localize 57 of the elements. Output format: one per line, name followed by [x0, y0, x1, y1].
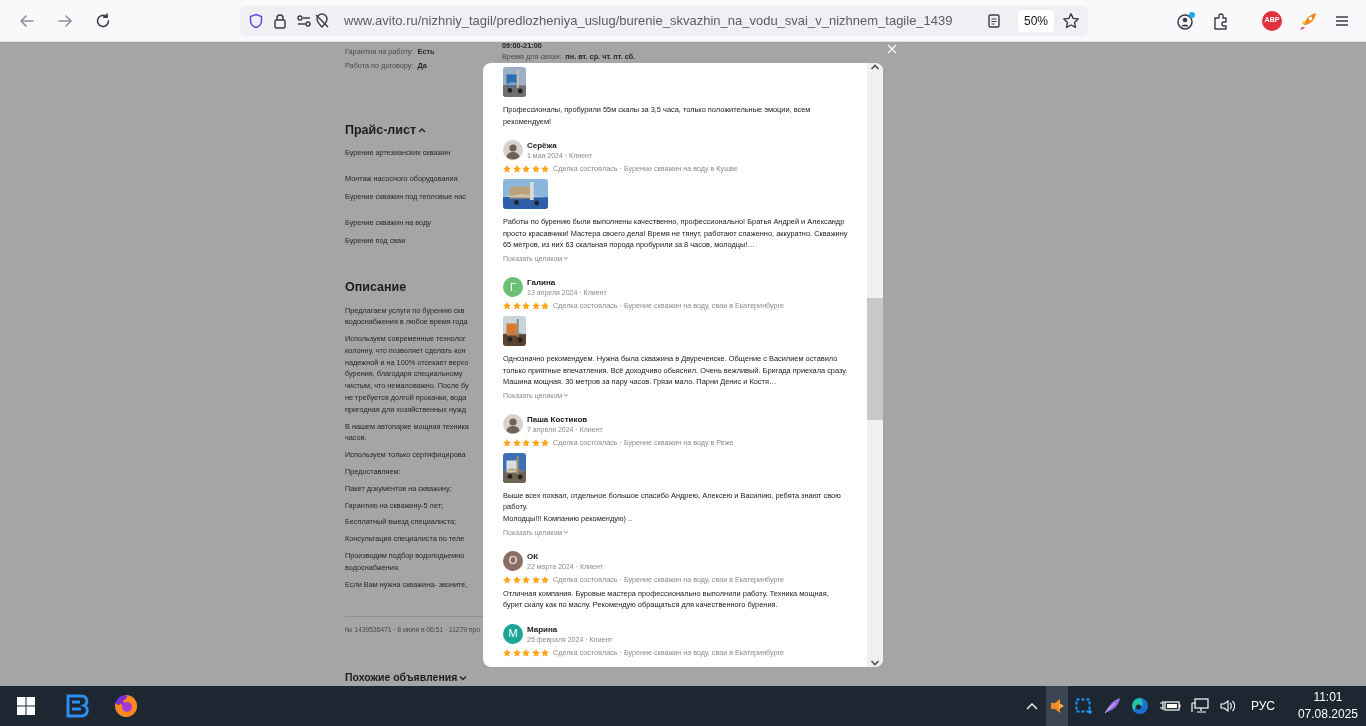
extensions-icon[interactable] [1212, 11, 1230, 30]
star-icon [512, 648, 521, 657]
star-icon [531, 648, 540, 657]
scrollbar-thumb[interactable] [867, 298, 883, 420]
reviewer-name: Марина [527, 624, 559, 635]
battery-icon[interactable] [1158, 699, 1181, 713]
chevron-down-icon [563, 530, 570, 536]
star-icon [512, 301, 521, 310]
reader-view-icon[interactable] [985, 12, 1002, 29]
language-indicator[interactable]: РУС [1247, 686, 1278, 726]
shield-icon[interactable] [248, 12, 264, 29]
avatar: Г [503, 276, 523, 297]
star-icon [512, 165, 521, 174]
clock-date[interactable]: 07.08.2025 [1297, 706, 1358, 723]
screenshot-icon[interactable] [1074, 698, 1093, 714]
app-icon[interactable] [65, 694, 91, 718]
bookmark-star-icon[interactable] [1062, 11, 1080, 30]
close-icon [886, 43, 898, 55]
avatar [503, 140, 523, 161]
scroll-up-icon[interactable] [870, 63, 880, 71]
star-icon [531, 438, 540, 447]
section-heading: Прайс-лист [345, 122, 417, 139]
reviewer-name: Паша Костиков [527, 414, 589, 425]
avatar: М [503, 623, 523, 644]
reviewer-name: Галина [527, 277, 557, 288]
start-icon [17, 697, 35, 715]
star-icon [531, 575, 540, 584]
collapse-icon[interactable] [418, 127, 427, 134]
star-icon [512, 575, 521, 584]
lock-icon[interactable] [272, 12, 288, 29]
scroll-down-icon[interactable] [870, 659, 880, 667]
speaker-icon[interactable] [1048, 698, 1065, 714]
chevron-down-icon [563, 393, 570, 399]
volume-icon[interactable] [1218, 698, 1237, 714]
star-icon [531, 165, 540, 174]
reviewer-name: Серёжа [527, 141, 558, 152]
chevron-down-icon [563, 256, 570, 262]
swirl-icon[interactable] [1130, 697, 1149, 715]
zoom-level-button[interactable]: 50% [1017, 9, 1054, 32]
chevron-up-icon[interactable] [1024, 701, 1039, 711]
feather-icon[interactable] [1102, 697, 1121, 715]
network-icon[interactable] [1190, 698, 1209, 714]
section-heading: Описание [345, 278, 407, 296]
avatar [503, 413, 523, 434]
section-heading: Похожие объявления [345, 669, 458, 685]
star-icon [512, 438, 521, 447]
account-icon[interactable] [1176, 10, 1196, 31]
forward-icon[interactable] [57, 12, 73, 29]
url-field[interactable]: www.avito.ru/nizhniy_tagil/predlozheniya_uslug/burenie_skvazhin_na_vodu_svai_v_nizhnem_tagile_1439 [344, 10, 953, 31]
browser-icon[interactable] [114, 694, 138, 718]
star-icon [531, 301, 540, 310]
clock-time[interactable]: 11:01 [1313, 689, 1343, 706]
avatar: О [503, 550, 523, 571]
expand-icon[interactable] [459, 674, 468, 681]
reload-icon[interactable] [95, 12, 111, 29]
reviewer-name: ОК [527, 551, 540, 562]
back-icon[interactable] [19, 12, 35, 29]
